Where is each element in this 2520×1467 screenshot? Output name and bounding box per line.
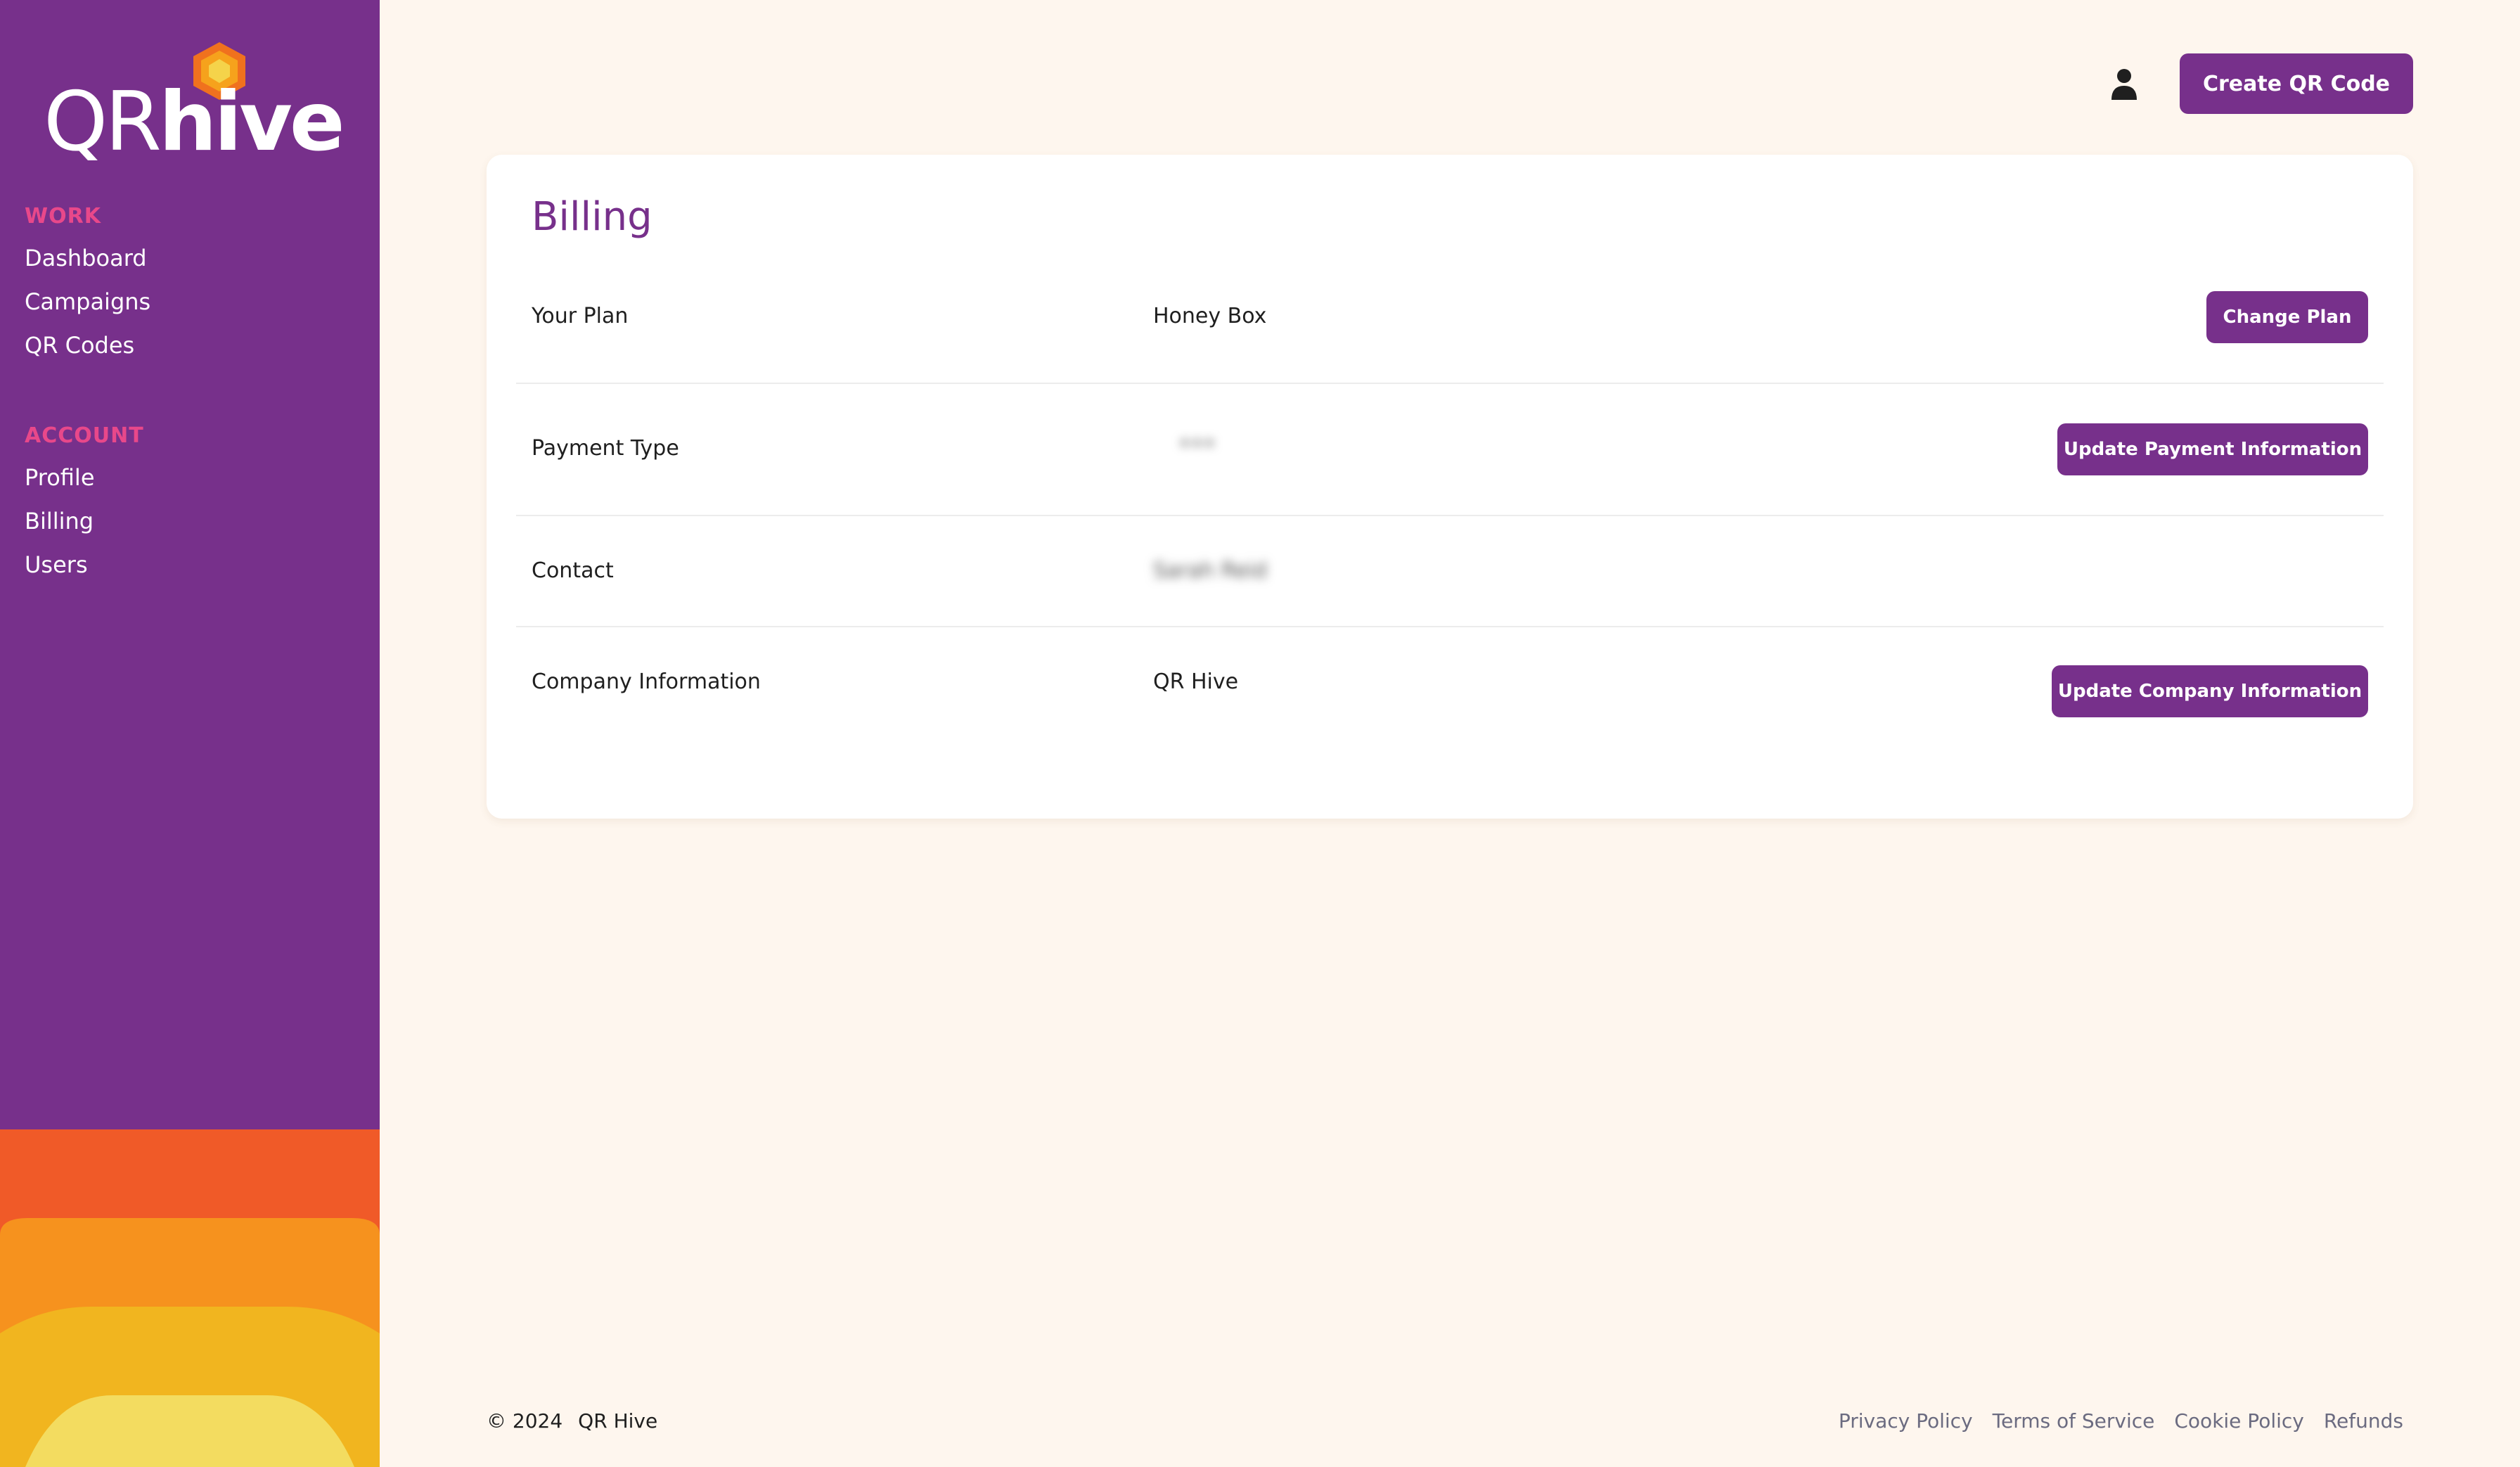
contact-value: Sarah Reid — [1153, 558, 1268, 583]
privacy-policy-link[interactable]: Privacy Policy — [1839, 1409, 1973, 1433]
sidebar-item-billing[interactable]: Billing — [25, 508, 94, 534]
logo-hive-text: hive — [158, 75, 345, 169]
contact-label: Contact — [532, 558, 614, 583]
billing-card: Billing Your Plan Honey Box Change Plan … — [487, 155, 2413, 819]
nav-section-work: WORK — [25, 204, 101, 229]
change-plan-button[interactable]: Change Plan — [2206, 291, 2368, 343]
page-title: Billing — [532, 194, 652, 240]
update-company-information-button[interactable]: Update Company Information — [2052, 665, 2368, 717]
sidebar-item-campaigns[interactable]: Campaigns — [25, 288, 150, 315]
refunds-link[interactable]: Refunds — [2324, 1409, 2403, 1433]
sidebar-item-profile[interactable]: Profile — [25, 464, 95, 491]
footer-links: Privacy Policy Terms of Service Cookie P… — [1839, 1409, 2403, 1433]
row-divider — [516, 515, 2384, 516]
your-plan-label: Your Plan — [532, 304, 629, 328]
sidebar-item-qr-codes[interactable]: QR Codes — [25, 332, 134, 359]
payment-type-label: Payment Type — [532, 436, 679, 461]
copyright-year: © 2024 — [487, 1409, 563, 1433]
qrhive-logo[interactable]: QRhive — [44, 39, 345, 169]
company-information-label: Company Information — [532, 670, 761, 694]
terms-of-service-link[interactable]: Terms of Service — [1993, 1409, 2155, 1433]
footer-company-name: QR Hive — [578, 1409, 658, 1433]
sidebar-item-users[interactable]: Users — [25, 551, 88, 578]
company-information-value: QR Hive — [1153, 670, 1239, 694]
user-icon[interactable] — [2109, 68, 2140, 101]
row-divider — [516, 383, 2384, 384]
row-divider — [516, 626, 2384, 627]
cookie-policy-link[interactable]: Cookie Policy — [2174, 1409, 2303, 1433]
create-qr-code-button[interactable]: Create QR Code — [2180, 53, 2413, 114]
payment-type-value: ••• — [1178, 432, 1216, 456]
sidebar-wave-decoration — [0, 1129, 380, 1467]
sidebar-item-dashboard[interactable]: Dashboard — [25, 245, 147, 271]
your-plan-value: Honey Box — [1153, 304, 1267, 328]
footer-copyright: © 2024 QR Hive — [487, 1409, 673, 1433]
update-payment-information-button[interactable]: Update Payment Information — [2057, 423, 2368, 475]
nav-section-account: ACCOUNT — [25, 423, 144, 448]
logo-qr-text: QR — [44, 75, 162, 169]
sidebar: QRhive WORK Dashboard Campaigns QR Codes… — [0, 0, 380, 1467]
